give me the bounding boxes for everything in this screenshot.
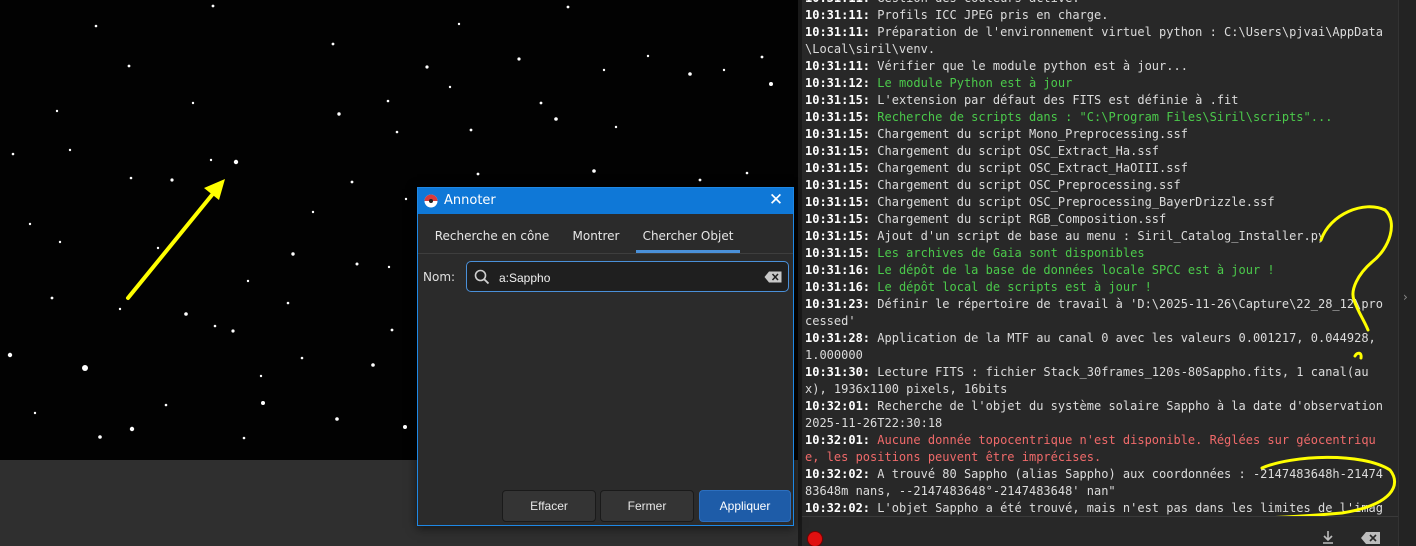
log-line: 10:31:16: Le dépôt de la base de données… xyxy=(805,262,1390,279)
log-timestamp: 10:31:11: xyxy=(805,59,871,73)
log-message: Chargement du script OSC_Preprocessing.s… xyxy=(877,178,1181,192)
log-message: Les archives de Gaia sont disponibles xyxy=(877,246,1145,260)
log-line: 10:32:01: Aucune donnée topocentrique n'… xyxy=(805,432,1390,466)
log-timestamp: 10:31:12: xyxy=(805,76,871,90)
log-message: Chargement du script OSC_Preprocessing_B… xyxy=(877,195,1275,209)
log-message: Chargement du script OSC_Extract_Ha.ssf xyxy=(877,144,1160,158)
log-message: Définir le répertoire de travail à 'D:\2… xyxy=(805,297,1383,328)
log-message: Recherche de l'objet du système solaire … xyxy=(805,399,1391,430)
search-icon xyxy=(474,269,490,285)
log-timestamp: 10:31:15: xyxy=(805,127,871,141)
app-icon xyxy=(424,194,438,208)
clear-input-icon[interactable] xyxy=(764,271,782,283)
log-line: 10:31:16: Le dépôt local de scripts est … xyxy=(805,279,1390,296)
log-timestamp: 10:31:11: xyxy=(805,25,871,39)
log-timestamp: 10:31:16: xyxy=(805,280,871,294)
log-message: Profils ICC JPEG pris en charge. xyxy=(877,8,1109,22)
dialog-titlebar[interactable]: Annoter ✕ xyxy=(418,188,793,214)
log-message: Le module Python est à jour xyxy=(877,76,1073,90)
log-timestamp: 10:31:11: xyxy=(805,0,870,5)
log-timestamp: 10:31:15: xyxy=(805,93,871,107)
apply-button[interactable]: Appliquer xyxy=(699,490,791,522)
clear-log-icon[interactable] xyxy=(1360,531,1382,545)
tab-bar: Recherche en cône Montrer Chercher Objet xyxy=(418,214,793,254)
log-message: L'extension par défaut des FITS est défi… xyxy=(877,93,1239,107)
log-line: 10:31:15: Chargement du script Mono_Prep… xyxy=(805,126,1390,143)
log-message: Le dépôt de la base de données locale SP… xyxy=(877,263,1275,277)
log-line: 10:31:11: Vérifier que le module python … xyxy=(805,58,1390,75)
search-box[interactable] xyxy=(466,261,789,292)
log-line: 10:32:02: A trouvé 80 Sappho (alias Sapp… xyxy=(805,466,1390,500)
log-timestamp: 10:31:15: xyxy=(805,212,871,226)
log-message: Chargement du script Mono_Preprocessing.… xyxy=(877,127,1188,141)
active-tab-indicator xyxy=(636,250,740,253)
dialog-title: Annoter xyxy=(444,193,496,208)
log-timestamp: 10:31:15: xyxy=(805,144,871,158)
name-label: Nom: xyxy=(423,270,456,284)
log-message: A trouvé 80 Sappho (alias Sappho) aux co… xyxy=(805,467,1383,498)
log-line: 10:31:11: Profils ICC JPEG pris en charg… xyxy=(805,7,1390,24)
log-timestamp: 10:31:15: xyxy=(805,178,871,192)
close-button[interactable]: Fermer xyxy=(600,490,694,522)
download-icon[interactable] xyxy=(1320,529,1336,545)
log-line: 10:31:28: Application de la MTF au canal… xyxy=(805,330,1390,364)
log-message: Le dépôt local de scripts est à jour ! xyxy=(877,280,1152,294)
log-message: Aucune donnée topocentrique n'est dispon… xyxy=(805,433,1376,464)
log-line: 10:31:15: Chargement du script OSC_Prepr… xyxy=(805,177,1390,194)
search-input[interactable] xyxy=(497,266,751,290)
log-line: 10:31:15: Chargement du script RGB_Compo… xyxy=(805,211,1390,228)
log-timestamp: 10:31:15: xyxy=(805,195,871,209)
log-timestamp: 10:31:15: xyxy=(805,110,871,124)
log-line: 10:31:15: Chargement du script OSC_Prepr… xyxy=(805,194,1390,211)
console-toolbar xyxy=(802,516,1398,546)
log-text: 10:31:11: Gestion des couleurs activé.10… xyxy=(805,0,1390,534)
clear-button[interactable]: Effacer xyxy=(502,490,596,522)
log-line: 10:31:15: Chargement du script OSC_Extra… xyxy=(805,143,1390,160)
log-message: Préparation de l'environnement virtuel p… xyxy=(805,25,1383,56)
log-timestamp: 10:32:01: xyxy=(805,433,871,447)
log-line: 10:32:01: Recherche de l'objet du systèm… xyxy=(805,398,1390,432)
log-line: 10:31:15: L'extension par défaut des FIT… xyxy=(805,92,1390,109)
tab-find-object[interactable]: Chercher Objet xyxy=(636,214,740,253)
log-timestamp: 10:31:11: xyxy=(805,8,871,22)
log-console: 10:31:11: Gestion des couleurs activé.10… xyxy=(802,0,1398,546)
log-message: Lecture FITS : fichier Stack_30frames_12… xyxy=(805,365,1369,396)
results-area xyxy=(418,298,793,483)
log-timestamp: 10:31:30: xyxy=(805,365,871,379)
log-line: 10:31:11: Gestion des couleurs activé. xyxy=(805,0,1390,7)
log-timestamp: 10:32:02: xyxy=(805,467,871,481)
log-timestamp: 10:31:15: xyxy=(805,161,871,175)
log-line: 10:31:30: Lecture FITS : fichier Stack_3… xyxy=(805,364,1390,398)
annotation-arrow xyxy=(126,179,225,300)
log-line: 10:31:23: Définir le répertoire de trava… xyxy=(805,296,1390,330)
log-message: Ajout d'un script de base au menu : Siri… xyxy=(877,229,1326,243)
tab-cone-search[interactable]: Recherche en cône xyxy=(432,214,552,253)
log-timestamp: 10:31:15: xyxy=(805,229,871,243)
log-message: Gestion des couleurs activé. xyxy=(877,0,1079,5)
chevron-right-icon[interactable]: › xyxy=(1403,290,1408,304)
log-timestamp: 10:31:23: xyxy=(805,297,871,311)
log-line: 10:31:15: Recherche de scripts dans : "C… xyxy=(805,109,1390,126)
close-icon[interactable]: ✕ xyxy=(765,189,787,211)
log-message: Recherche de scripts dans : "C:\Program … xyxy=(877,110,1333,124)
log-message: Application de la MTF au canal 0 avec le… xyxy=(805,331,1383,362)
log-timestamp: 10:32:01: xyxy=(805,399,871,413)
log-line: 10:31:12: Le module Python est à jour xyxy=(805,75,1390,92)
log-line: 10:31:11: Préparation de l'environnement… xyxy=(805,24,1390,58)
log-message: Chargement du script RGB_Composition.ssf xyxy=(877,212,1167,226)
tab-find-object-label: Chercher Objet xyxy=(642,229,734,243)
log-message: Chargement du script OSC_Extract_HaOIII.… xyxy=(877,161,1188,175)
tab-show[interactable]: Montrer xyxy=(564,214,628,253)
log-line: 10:31:15: Les archives de Gaia sont disp… xyxy=(805,245,1390,262)
log-timestamp: 10:31:15: xyxy=(805,246,871,260)
record-icon[interactable] xyxy=(808,532,822,546)
annotate-dialog: Annoter ✕ Recherche en cône Montrer Cher… xyxy=(417,187,794,526)
log-line: 10:31:15: Ajout d'un script de base au m… xyxy=(805,228,1390,245)
log-line: 10:31:15: Chargement du script OSC_Extra… xyxy=(805,160,1390,177)
log-timestamp: 10:32:02: xyxy=(805,501,871,515)
log-message: Vérifier que le module python est à jour… xyxy=(877,59,1188,73)
right-side-strip[interactable]: › xyxy=(1398,0,1416,546)
log-timestamp: 10:31:16: xyxy=(805,263,871,277)
log-timestamp: 10:31:28: xyxy=(805,331,871,345)
